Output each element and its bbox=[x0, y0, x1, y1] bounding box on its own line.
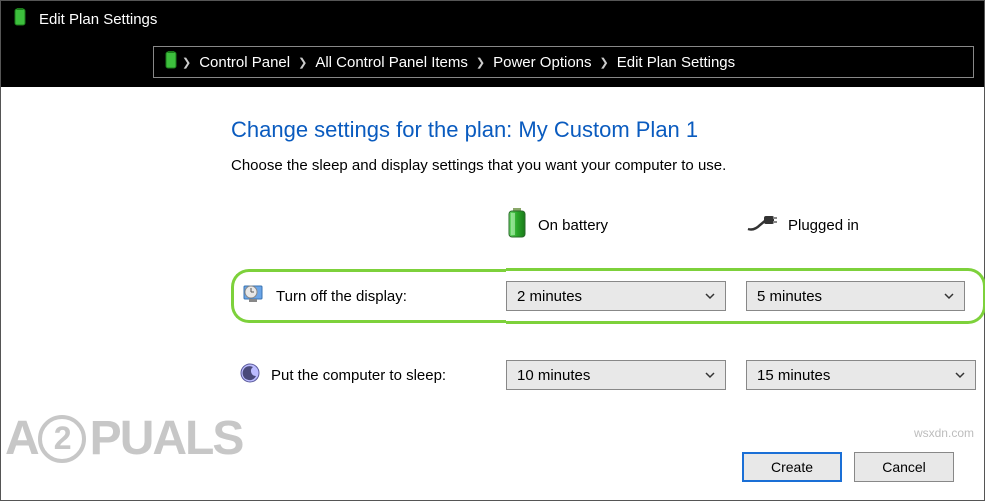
select-value: 15 minutes bbox=[757, 367, 830, 384]
breadcrumb-item[interactable]: All Control Panel Items bbox=[315, 54, 468, 71]
chevron-right-icon[interactable]: ❯ bbox=[476, 56, 485, 69]
plug-icon bbox=[746, 213, 778, 237]
watermark-number-icon: 2 bbox=[38, 415, 86, 463]
battery-icon bbox=[506, 208, 528, 242]
app-icon bbox=[11, 8, 29, 30]
chevron-right-icon[interactable]: ❯ bbox=[298, 56, 307, 69]
watermark-text: A bbox=[5, 411, 38, 466]
sleep-icon bbox=[239, 362, 261, 388]
column-header-plugged: Plugged in bbox=[746, 207, 985, 255]
display-off-battery-select[interactable]: 2 minutes bbox=[506, 281, 726, 311]
chevron-down-icon bbox=[705, 370, 715, 380]
chevron-down-icon bbox=[944, 291, 954, 301]
back-button[interactable] bbox=[11, 48, 39, 76]
button-label: Cancel bbox=[882, 459, 926, 475]
breadcrumb-item[interactable]: Edit Plan Settings bbox=[617, 54, 735, 71]
select-value: 10 minutes bbox=[517, 367, 590, 384]
window-title: Edit Plan Settings bbox=[39, 11, 157, 28]
display-off-plugged-select[interactable]: 5 minutes bbox=[746, 281, 965, 311]
settings-grid: On battery Plugged in bbox=[231, 202, 984, 396]
row-label-text: Turn off the display: bbox=[276, 288, 407, 305]
watermark-left: A 2 PUALS bbox=[5, 411, 242, 466]
page-subheading: Choose the sleep and display settings th… bbox=[231, 157, 984, 174]
row-label-sleep: Put the computer to sleep: bbox=[231, 354, 506, 396]
column-label: Plugged in bbox=[788, 217, 859, 234]
row-label-display-off: Turn off the display: bbox=[231, 269, 506, 323]
watermark-text: PUALS bbox=[90, 411, 243, 466]
display-icon bbox=[242, 282, 266, 310]
sleep-plugged-select[interactable]: 15 minutes bbox=[746, 360, 976, 390]
chevron-down-icon bbox=[955, 370, 965, 380]
create-button[interactable]: Create bbox=[742, 452, 842, 482]
select-value: 2 minutes bbox=[517, 288, 582, 305]
chevron-right-icon[interactable]: ❯ bbox=[182, 56, 191, 69]
sleep-battery-select[interactable]: 10 minutes bbox=[506, 360, 726, 390]
breadcrumb-item[interactable]: Control Panel bbox=[199, 54, 290, 71]
content-area: Change settings for the plan: My Custom … bbox=[1, 87, 984, 396]
recent-dropdown-button[interactable] bbox=[79, 48, 107, 76]
chevron-down-icon bbox=[705, 291, 715, 301]
select-value: 5 minutes bbox=[757, 288, 822, 305]
forward-button[interactable] bbox=[45, 48, 73, 76]
button-row: Create Cancel bbox=[742, 452, 954, 482]
cancel-button[interactable]: Cancel bbox=[854, 452, 954, 482]
button-label: Create bbox=[771, 459, 813, 475]
watermark-right: wsxdn.com bbox=[914, 426, 974, 440]
chevron-right-icon[interactable]: ❯ bbox=[600, 56, 609, 69]
nav-bar: ❯ Control Panel ❯ All Control Panel Item… bbox=[1, 37, 984, 87]
column-label: On battery bbox=[538, 217, 608, 234]
column-header-battery: On battery bbox=[506, 202, 746, 260]
up-button[interactable] bbox=[113, 48, 141, 76]
title-bar: Edit Plan Settings bbox=[1, 1, 984, 37]
page-heading: Change settings for the plan: My Custom … bbox=[231, 117, 984, 143]
breadcrumb-item[interactable]: Power Options bbox=[493, 54, 591, 71]
address-bar[interactable]: ❯ Control Panel ❯ All Control Panel Item… bbox=[153, 46, 974, 78]
address-icon bbox=[162, 51, 180, 73]
row-label-text: Put the computer to sleep: bbox=[271, 367, 446, 384]
